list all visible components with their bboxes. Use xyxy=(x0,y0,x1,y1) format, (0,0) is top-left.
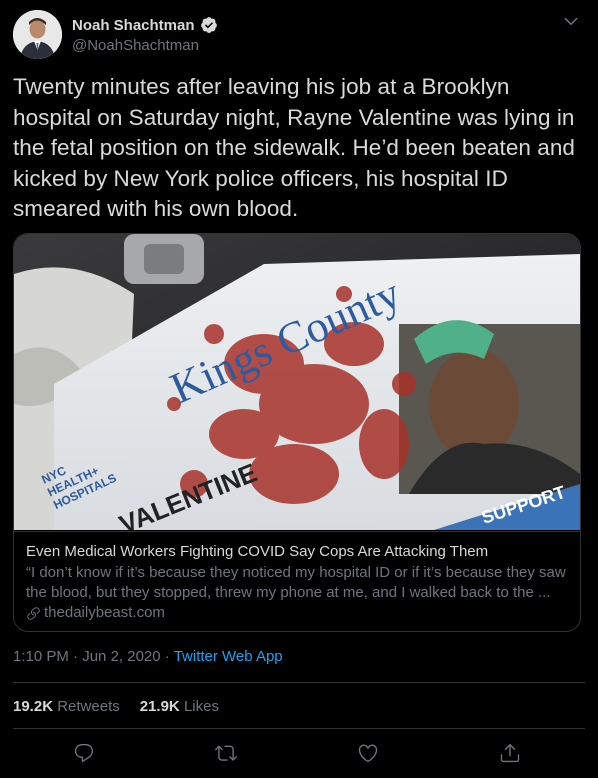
retweets-stat[interactable]: 19.2K Retweets xyxy=(13,698,120,715)
tweet-time[interactable]: 1:10 PM xyxy=(13,648,69,665)
likes-count: 21.9K xyxy=(139,698,180,715)
card-title[interactable]: Even Medical Workers Fighting COVID Say … xyxy=(26,542,568,562)
likes-label: Likes xyxy=(183,698,219,715)
verified-badge-icon xyxy=(200,16,218,34)
card-domain-text[interactable]: thedailybeast.com xyxy=(44,603,165,623)
card-domain[interactable]: thedailybeast.com xyxy=(26,603,568,623)
retweet-icon[interactable] xyxy=(215,742,239,766)
avatar[interactable] xyxy=(13,10,62,59)
like-icon[interactable] xyxy=(357,742,381,766)
card-description: “I don’t know if it’s because they notic… xyxy=(26,564,566,601)
divider xyxy=(13,728,585,729)
author-name[interactable]: Noah Shachtman xyxy=(72,17,195,34)
tweet-date[interactable]: Jun 2, 2020 xyxy=(82,648,160,665)
tweet-timestamp: 1:10 PM · Jun 2, 2020 · Twitter Web App xyxy=(13,648,283,665)
meta-separator: · xyxy=(164,648,170,665)
author-handle[interactable]: @NoahShachtman xyxy=(72,37,199,54)
meta-separator: · xyxy=(73,648,79,665)
card-image: NYC HEALTH+ HOSPITALS Kings County VALEN… xyxy=(14,234,580,540)
chevron-down-icon[interactable] xyxy=(562,12,580,30)
tweet-text: Twenty minutes after leaving his job at … xyxy=(13,74,575,221)
share-icon[interactable] xyxy=(499,742,523,766)
reply-icon[interactable] xyxy=(73,742,97,766)
tweet-header: Noah Shachtman @NoahShachtman xyxy=(13,10,585,60)
retweets-label: Retweets xyxy=(57,698,120,715)
card-body[interactable]: Even Medical Workers Fighting COVID Say … xyxy=(14,531,580,631)
link-card[interactable]: NYC HEALTH+ HOSPITALS Kings County VALEN… xyxy=(13,233,581,632)
tweet-source[interactable]: Twitter Web App xyxy=(174,648,283,665)
likes-stat[interactable]: 21.9K Likes xyxy=(140,698,219,715)
link-icon xyxy=(26,606,41,621)
action-bar xyxy=(0,742,598,766)
tweet-stats: 19.2K Retweets 21.9K Likes xyxy=(13,698,219,715)
retweets-count: 19.2K xyxy=(13,698,54,715)
divider xyxy=(13,682,585,683)
